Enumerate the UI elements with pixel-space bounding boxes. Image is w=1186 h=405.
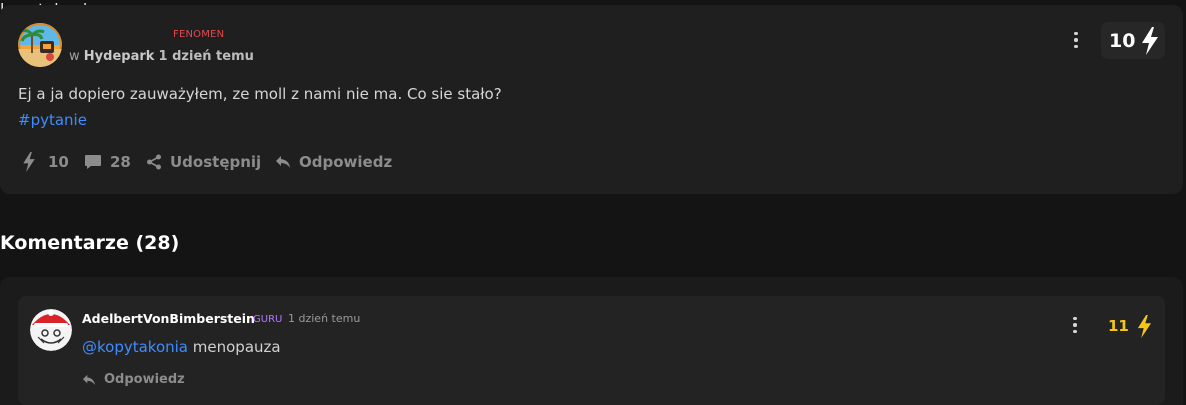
post-vote-count: 10	[1109, 30, 1136, 52]
comment-bubble-icon	[85, 155, 101, 169]
lightning-icon	[1137, 314, 1151, 338]
comment-reply-button[interactable]: Odpowiedz	[82, 372, 185, 387]
comment-vote-button[interactable]: 11	[1108, 314, 1152, 338]
post-author-rank-badge: FENOMEN	[173, 29, 225, 40]
comment-time: 1 dzień temu	[288, 312, 361, 325]
post-author-avatar[interactable]	[18, 23, 62, 67]
reply-arrow-icon	[276, 156, 290, 168]
comment-author-name[interactable]: AdelbertVonBimberstein	[82, 311, 255, 326]
lightning-icon	[23, 152, 35, 172]
post-time: 1 dzień temu	[158, 49, 254, 64]
comment-body: @kopytakonia menopauza	[82, 338, 281, 356]
comment-vote-count: 11	[1108, 317, 1129, 335]
comment-count: 28	[110, 153, 131, 171]
hashtag-link[interactable]: #pytanie	[18, 111, 87, 129]
kebab-menu-icon[interactable]	[1067, 315, 1083, 335]
kebab-menu-icon[interactable]	[1068, 30, 1084, 50]
lightning-icon	[1142, 27, 1158, 55]
comments-section-title: Komentarze (28)	[0, 232, 180, 254]
reply-label: Odpowiedz	[299, 153, 393, 171]
post-meta: w Hydepark 1 dzień temu	[69, 49, 254, 64]
reply-button[interactable]: Odpowiedz	[275, 151, 392, 173]
reply-arrow-icon	[83, 374, 95, 385]
comment-reply-label: Odpowiedz	[104, 372, 185, 387]
share-label: Udostępnij	[170, 153, 262, 171]
community-link[interactable]: Hydepark	[84, 49, 155, 64]
mention-link[interactable]: @kopytakonia	[82, 338, 188, 356]
post-vote-button[interactable]: 10	[1101, 22, 1165, 59]
share-button[interactable]: Udostępnij	[146, 151, 261, 173]
comment-text: menopauza	[192, 338, 281, 356]
comment-author-avatar[interactable]	[30, 309, 72, 351]
comment-author-rank-badge: GURU	[253, 314, 283, 325]
post-body-text: Ej a ja dopiero zauważyłem, ze moll z na…	[18, 85, 502, 103]
like-count: 10	[48, 153, 69, 171]
share-icon	[147, 154, 161, 170]
meta-prefix: w	[69, 49, 80, 64]
comments-button[interactable]: 28	[84, 151, 131, 173]
like-button[interactable]: 10	[22, 151, 69, 173]
